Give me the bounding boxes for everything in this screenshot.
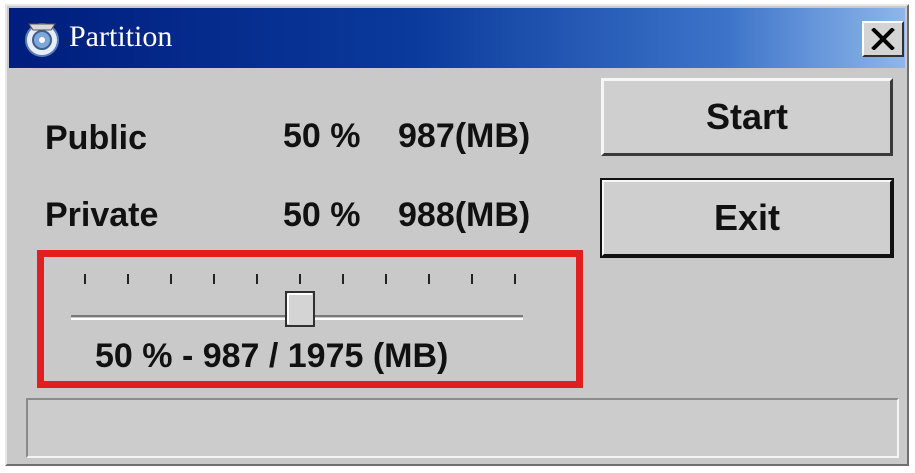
progress-bar	[26, 398, 899, 458]
partition-window: Partition Public 50 % 987(MB) Private 50…	[5, 4, 909, 466]
public-percent: 50 %	[283, 117, 361, 155]
disc-icon	[25, 23, 59, 57]
start-button[interactable]: Start	[601, 78, 893, 156]
close-icon	[871, 28, 895, 50]
private-label: Private	[45, 196, 159, 234]
private-size: 988(MB)	[398, 196, 531, 234]
slider-caption: 50 % - 987 / 1975 (MB)	[95, 337, 449, 375]
public-size: 987(MB)	[398, 117, 531, 155]
slider-ticks	[84, 274, 516, 284]
title-bar[interactable]: Partition	[9, 8, 905, 68]
slider-thumb[interactable]	[285, 291, 315, 327]
close-button[interactable]	[862, 21, 904, 57]
window-title: Partition	[69, 20, 173, 53]
private-percent: 50 %	[283, 196, 361, 234]
exit-button[interactable]: Exit	[600, 178, 894, 258]
partition-slider[interactable]	[67, 268, 537, 332]
public-label: Public	[45, 119, 148, 157]
